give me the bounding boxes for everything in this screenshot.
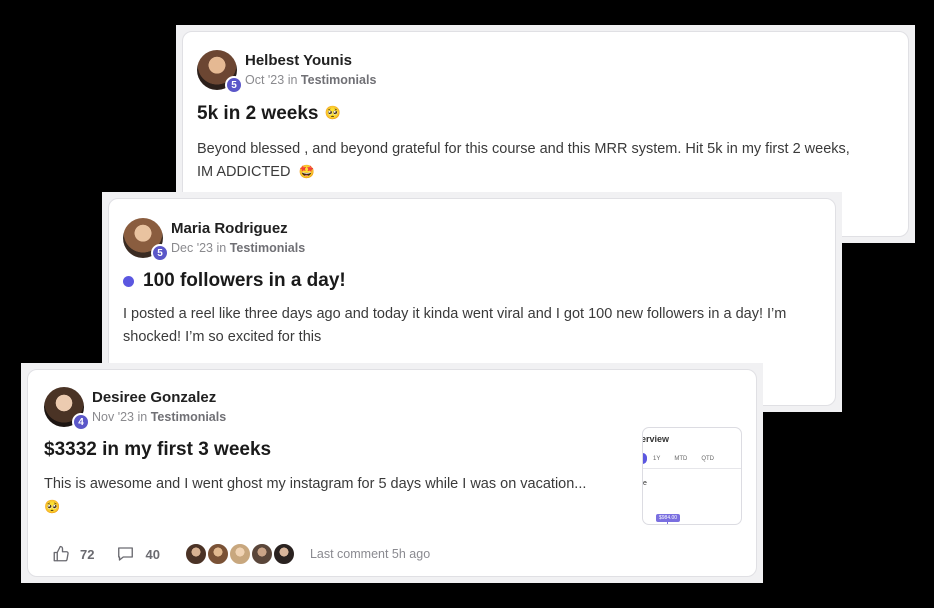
author-meta: Helbest Younis Oct '23 in Testimonials	[245, 50, 376, 88]
post-title-text: 100 followers in a day!	[143, 270, 346, 291]
avatar[interactable]	[227, 542, 252, 566]
unread-dot-icon	[123, 275, 134, 287]
star-struck-icon: 🤩	[298, 165, 315, 180]
post-body-line: shocked! I’m so excited for this	[123, 329, 322, 345]
avatar[interactable]	[249, 542, 274, 566]
level-badge: 5	[225, 76, 243, 94]
comment-count: 40	[145, 546, 160, 562]
thumbnail-value-tick	[667, 521, 668, 524]
post-body-line: Beyond blessed , and beyond grateful for…	[197, 141, 850, 157]
avatar[interactable]: 5	[197, 50, 243, 94]
post-in-word: in	[137, 410, 148, 424]
testimonial-collage: 5 Helbest Younis Oct '23 in Testimonials…	[0, 0, 934, 608]
post-author-row: 5 Maria Rodriguez Dec '23 in Testimonial…	[123, 218, 305, 262]
level-badge: 4	[72, 413, 90, 431]
post-date: Oct '23	[245, 73, 285, 87]
post-body-line: This is awesome and I went ghost my inst…	[44, 476, 587, 492]
post-body-text: IM ADDICTED	[197, 164, 291, 180]
post-in-word: in	[216, 241, 227, 255]
pleading-face-icon: 🥺	[324, 106, 341, 121]
post-body: Beyond blessed , and beyond grateful for…	[197, 138, 850, 184]
post-subline: Oct '23 in Testimonials	[245, 73, 376, 88]
pleading-face-icon: 🥺	[44, 500, 61, 515]
post-body-line: IM ADDICTED 🤩	[197, 161, 850, 184]
comment-button[interactable]: 40	[116, 545, 160, 563]
post-author-row: 4 Desiree Gonzalez Nov '23 in Testimonia…	[44, 387, 226, 431]
author-meta: Maria Rodriguez Dec '23 in Testimonials	[171, 218, 305, 256]
post-title-text: 5k in 2 weeks	[197, 103, 319, 124]
avatar[interactable]	[205, 542, 230, 566]
like-count: 72	[80, 546, 95, 562]
author-name[interactable]: Desiree Gonzalez	[92, 389, 226, 407]
post-body: I posted a reel like three days ago and …	[123, 303, 786, 349]
thumbnail-tab: MTD	[674, 456, 688, 462]
thumbnail-value-tag: $984.00	[656, 514, 681, 522]
post-date: Dec '23	[171, 241, 213, 255]
post-title[interactable]: $3332 in my first 3 weeks	[44, 438, 271, 462]
post-date: Nov '23	[92, 410, 134, 424]
post-title[interactable]: 5k in 2 weeks 🥺	[197, 102, 341, 126]
post-title[interactable]: 100 followers in a day!	[123, 269, 346, 293]
post-in-word: in	[287, 73, 298, 87]
thumbnail-tabs: 1Y MTD QTD	[643, 450, 741, 468]
post-title-text: $3332 in my first 3 weeks	[44, 439, 272, 460]
author-name[interactable]: Helbest Younis	[245, 52, 376, 70]
post-footer: 72 40 Last comment 5h ago	[52, 542, 430, 566]
post-author-row: 5 Helbest Younis Oct '23 in Testimonials	[197, 50, 376, 94]
author-name[interactable]: Maria Rodriguez	[171, 220, 305, 238]
thumbnail-label: e	[643, 480, 647, 487]
post-category[interactable]: Testimonials	[301, 73, 376, 87]
thumbnail-tab: 1Y	[653, 456, 661, 462]
like-button[interactable]: 72	[52, 545, 94, 563]
post-category[interactable]: Testimonials	[230, 241, 305, 255]
post-thumbnail[interactable]: erview 1Y MTD QTD e $984.00	[642, 427, 742, 525]
post-card-body: 4 Desiree Gonzalez Nov '23 in Testimonia…	[27, 369, 757, 577]
thumbs-up-icon	[53, 545, 69, 562]
post-subline: Nov '23 in Testimonials	[92, 410, 226, 425]
thumbnail-title: erview	[642, 434, 670, 444]
thumbnail-tab: QTD	[701, 456, 715, 462]
avatar[interactable]	[271, 542, 296, 566]
comment-bubble-icon	[118, 547, 134, 561]
post-card-desiree[interactable]: 4 Desiree Gonzalez Nov '23 in Testimonia…	[21, 363, 763, 583]
post-category[interactable]: Testimonials	[151, 410, 226, 424]
avatar[interactable]: 5	[123, 218, 169, 262]
commenter-avatars	[183, 542, 296, 566]
post-body-line: I posted a reel like three days ago and …	[123, 306, 787, 322]
avatar[interactable]: 4	[44, 387, 90, 431]
avatar[interactable]	[183, 542, 208, 566]
level-badge: 5	[151, 244, 169, 262]
post-body: This is awesome and I went ghost my inst…	[44, 473, 586, 519]
author-meta: Desiree Gonzalez Nov '23 in Testimonials	[92, 387, 226, 425]
last-comment-time: Last comment 5h ago	[309, 547, 431, 561]
post-body-line: 🥺	[44, 496, 586, 519]
thumbnail-divider	[643, 468, 741, 469]
post-subline: Dec '23 in Testimonials	[171, 241, 305, 256]
